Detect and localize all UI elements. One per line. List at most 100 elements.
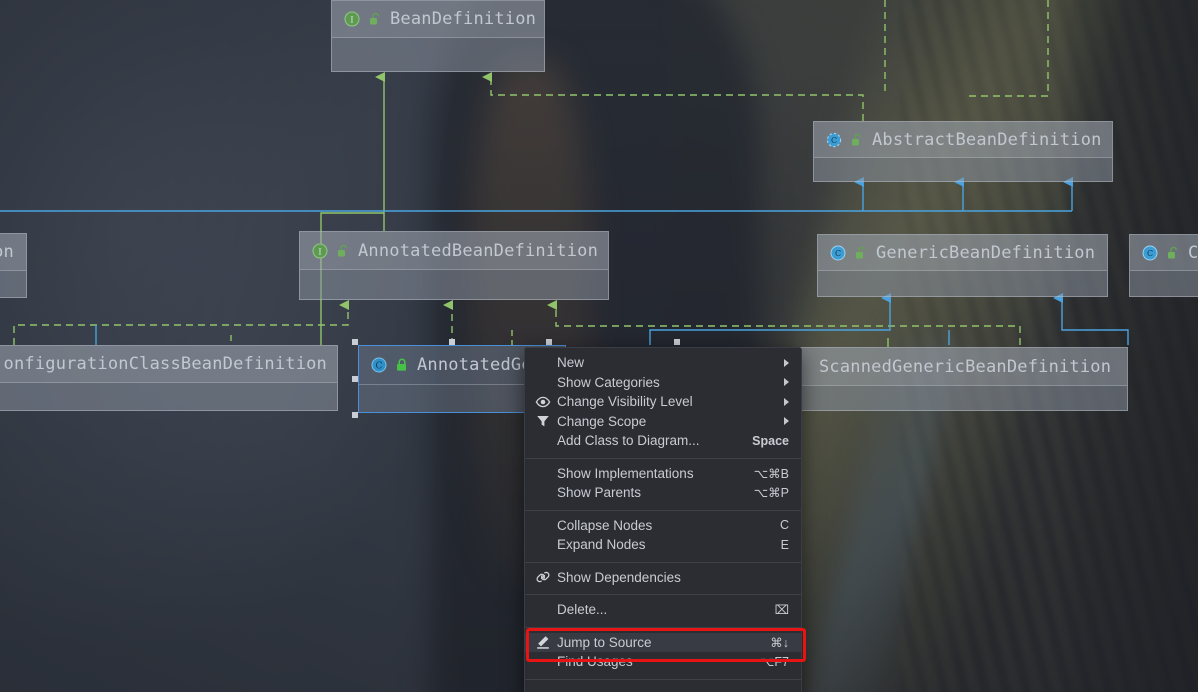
menu-item-label: Collapse Nodes: [557, 517, 653, 533]
menu-item-expand-nodes[interactable]: Expand Nodes E: [525, 535, 801, 555]
lock-open-icon: [370, 12, 379, 25]
menu-item-label: Show Categories: [557, 374, 660, 390]
menu-item-show-parents[interactable]: Show Parents ⌥⌘P: [525, 483, 801, 503]
menu-group-dependencies: Show Dependencies: [525, 568, 801, 590]
menu-group-delete: Delete... ⌧: [525, 600, 801, 622]
menu-separator: [525, 678, 801, 680]
menu-item-label: Show Dependencies: [557, 569, 681, 585]
menu-item-shortcut: E: [780, 537, 789, 552]
menu-item-show-implementations[interactable]: Show Implementations ⌥⌘B: [525, 464, 801, 484]
menu-item-shortcut: ⌘↓: [770, 635, 789, 650]
submenu-arrow-icon: [784, 378, 789, 387]
node-label: AnnotatedGe: [417, 355, 532, 375]
lock-open-icon: [856, 246, 865, 258]
menu-group-hierarchy: Show Implementations ⌥⌘B Show Parents ⌥⌘…: [525, 464, 801, 505]
menu-item-label: New: [557, 355, 585, 371]
menu-item-shortcut: ⌥⌘B: [753, 466, 789, 481]
svg-text:C: C: [835, 249, 841, 258]
menu-item-label: Add Class to Diagram...: [557, 433, 700, 449]
node-scanned-generic-bean-definition[interactable]: ScannedGenericBeanDefinition: [800, 347, 1128, 411]
menu-item-label: Show Parents: [557, 485, 642, 501]
submenu-arrow-icon: [784, 417, 789, 426]
abstract-class-icon: C: [826, 132, 842, 147]
svg-text:C: C: [1147, 249, 1153, 258]
menu-item-label: Expand Nodes: [557, 537, 646, 553]
menu-item-change-visibility-level[interactable]: Change Visibility Level: [525, 392, 801, 412]
node-members: [801, 386, 1127, 410]
menu-separator: [525, 561, 801, 563]
node-generic-bean-definition[interactable]: C GenericBeanDefinition: [817, 234, 1108, 297]
node-left-clipped[interactable]: on: [0, 233, 27, 298]
node-label: AnnotatedBeanDefinition: [358, 240, 599, 261]
menu-item-new[interactable]: New: [525, 353, 801, 373]
node-members: [818, 271, 1107, 296]
class-icon: C: [371, 357, 387, 373]
svg-text:I: I: [318, 247, 321, 256]
selection-handle-extra[interactable]: [674, 339, 680, 345]
menu-item-show-dependencies[interactable]: Show Dependencies: [525, 568, 801, 588]
menu-item-label: Jump to Source: [557, 634, 652, 650]
menu-group-navigate: Jump to Source ⌘↓ Find Usages ⌥F7: [525, 632, 801, 674]
interface-icon: I: [344, 11, 360, 27]
selection-handle-nw[interactable]: [352, 339, 358, 345]
link-icon: [533, 569, 553, 585]
lock-open-icon: [338, 244, 347, 256]
menu-item-label: Show Implementations: [557, 465, 694, 481]
node-label: ScannedGenericBeanDefinition: [819, 356, 1112, 377]
menu-item-label: Delete...: [557, 602, 608, 618]
submenu-arrow-icon: [784, 358, 789, 367]
menu-separator: [525, 457, 801, 459]
svg-text:C: C: [376, 361, 383, 371]
node-members: [300, 270, 608, 299]
node-configuration-class-bean-definition[interactable]: onfigurationClassBeanDefinition: [0, 345, 338, 411]
lock-closed-icon: [397, 358, 406, 371]
svg-text:C: C: [831, 136, 837, 145]
node-members: [0, 271, 26, 297]
menu-item-delete[interactable]: Delete... ⌧: [525, 600, 801, 620]
class-icon: C: [830, 245, 846, 260]
eye-icon: [533, 394, 553, 410]
pencil-icon: [533, 634, 553, 650]
node-right-clipped[interactable]: C Ch: [1129, 234, 1198, 297]
interface-icon: I: [312, 242, 328, 259]
menu-item-show-categories[interactable]: Show Categories: [525, 373, 801, 393]
menu-item-jump-to-source[interactable]: Jump to Source ⌘↓: [525, 632, 801, 652]
menu-item-label: Change Scope: [557, 413, 647, 429]
node-annotated-bean-definition[interactable]: I AnnotatedBeanDefinition: [299, 231, 609, 300]
menu-item-label: Change Visibility Level: [557, 394, 693, 410]
filter-icon: [533, 413, 553, 429]
menu-item-collapse-nodes[interactable]: Collapse Nodes C: [525, 516, 801, 536]
menu-separator: [525, 509, 801, 511]
node-label: GenericBeanDefinition: [876, 242, 1096, 263]
selection-handle-n[interactable]: [449, 339, 455, 345]
menu-item-shortcut: Space: [752, 433, 789, 448]
menu-clipped-overflow: [525, 685, 801, 692]
selection-handle-ne[interactable]: [546, 339, 552, 345]
menu-item-label: Find Usages: [557, 654, 633, 670]
node-bean-definition[interactable]: I BeanDefinition: [331, 0, 545, 72]
diagram-editor: I BeanDefinition C AbstractBeanDefinitio…: [0, 0, 1198, 692]
menu-separator: [525, 626, 801, 628]
selection-handle-sw[interactable]: [352, 412, 358, 418]
selection-handle-w[interactable]: [352, 376, 358, 382]
node-members: [0, 383, 337, 410]
node-abstract-bean-definition[interactable]: C AbstractBeanDefinition: [813, 121, 1113, 182]
menu-item-find-usages[interactable]: Find Usages ⌥F7: [525, 652, 801, 672]
menu-item-shortcut: ⌧: [774, 603, 789, 618]
menu-item-change-scope[interactable]: Change Scope: [525, 412, 801, 432]
submenu-arrow-icon: [784, 397, 789, 406]
menu-item-add-class-to-diagram[interactable]: Add Class to Diagram... Space: [525, 431, 801, 451]
menu-item-shortcut: ⌥F7: [760, 655, 789, 670]
node-label: AbstractBeanDefinition: [872, 129, 1102, 150]
node-label: on: [0, 242, 14, 262]
context-menu[interactable]: New Show Categories Change Visibility Le…: [524, 347, 802, 692]
lock-open-icon: [852, 133, 861, 145]
class-icon: C: [1142, 245, 1158, 260]
lock-open-icon: [1168, 246, 1177, 258]
node-members: [332, 38, 544, 71]
node-label: Ch: [1188, 242, 1198, 263]
node-label: onfigurationClassBeanDefinition: [3, 354, 327, 374]
svg-text:I: I: [350, 15, 353, 24]
menu-group-structure: New Show Categories Change Visibility Le…: [525, 353, 801, 453]
menu-item-shortcut: C: [779, 518, 789, 533]
